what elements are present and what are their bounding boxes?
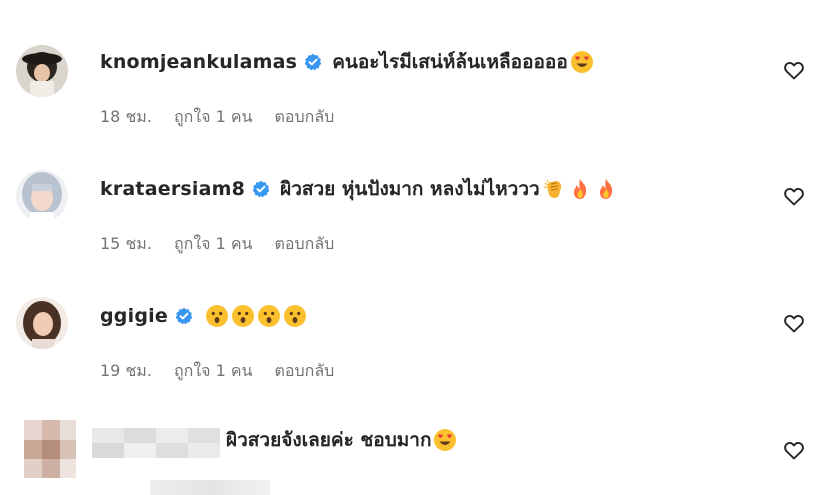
comment-line: knomjeankulamas คนอะไรมีเสน่ห์ล้นเหลือออ… — [100, 45, 594, 79]
verified-badge-icon — [304, 53, 322, 71]
comment-text: ผิวสวย หุ่นปังมาก หลงไม่ไหววว — [280, 178, 540, 200]
comment-meta: 18 ชม. ถูกใจ 1 คน ตอบกลับ — [100, 105, 356, 130]
blurred-username[interactable] — [92, 428, 220, 458]
hushed-face-emoji — [283, 304, 307, 328]
reply-button[interactable]: ตอบกลับ — [275, 105, 335, 130]
comment-meta: 19 ชม. ถูกใจ 1 คน ตอบกลับ — [100, 359, 356, 384]
likes-count[interactable]: ถูกใจ 1 คน — [174, 232, 253, 257]
username[interactable]: ggigie — [100, 305, 168, 327]
comment-text: ผิวสวยจังเลยค่ะ ชอบมาก — [226, 429, 432, 451]
verified-badge-icon — [252, 180, 270, 198]
verified-badge-icon — [175, 307, 193, 325]
comment-line: ggigie — [100, 299, 307, 333]
username[interactable]: krataersiam8 — [100, 178, 245, 200]
comment-item: ggigie 19 ชม. ถูกใจ 1 คน ตอบกลับ — [0, 297, 820, 387]
comment-line: ผิวสวยจังเลยค่ะ ชอบมาก — [226, 423, 457, 457]
heart-outline-icon[interactable] — [782, 58, 806, 82]
blurred-avatar[interactable] — [24, 420, 76, 478]
fire-emoji — [594, 177, 618, 201]
heart-outline-icon[interactable] — [782, 438, 806, 462]
comment-line: krataersiam8 ผิวสวย หุ่นปังมาก หลงไม่ไหว… — [100, 172, 618, 206]
comment-text: คนอะไรมีเสน่ห์ล้นเหลือออออ — [332, 51, 568, 73]
reply-button[interactable]: ตอบกลับ — [275, 359, 335, 384]
comment-item: knomjeankulamas คนอะไรมีเสน่ห์ล้นเหลือออ… — [0, 45, 820, 135]
avatar[interactable] — [16, 170, 68, 222]
comment-time: 15 ชม. — [100, 234, 152, 253]
avatar[interactable] — [16, 297, 68, 349]
comment-item: krataersiam8 ผิวสวย หุ่นปังมาก หลงไม่ไหว… — [0, 170, 820, 260]
hushed-face-emoji — [257, 304, 281, 328]
avatar[interactable] — [16, 45, 68, 97]
heart-outline-icon[interactable] — [782, 311, 806, 335]
blurred-meta — [150, 480, 270, 495]
comment-meta: 15 ชม. ถูกใจ 1 คน ตอบกลับ — [100, 232, 356, 257]
hushed-face-emoji — [231, 304, 255, 328]
reply-button[interactable]: ตอบกลับ — [275, 232, 335, 257]
heart-outline-icon[interactable] — [782, 184, 806, 208]
heart-eyes-emoji — [433, 428, 457, 452]
clapping-hands-emoji — [542, 177, 566, 201]
hushed-face-emoji — [205, 304, 229, 328]
likes-count[interactable]: ถูกใจ 1 คน — [174, 359, 253, 384]
comment-time: 19 ชม. — [100, 361, 152, 380]
username[interactable]: knomjeankulamas — [100, 51, 297, 73]
comment-item: ผิวสวยจังเลยค่ะ ชอบมาก — [0, 420, 820, 480]
heart-eyes-emoji — [570, 50, 594, 74]
likes-count[interactable]: ถูกใจ 1 คน — [174, 105, 253, 130]
comment-time: 18 ชม. — [100, 107, 152, 126]
fire-emoji — [568, 177, 592, 201]
